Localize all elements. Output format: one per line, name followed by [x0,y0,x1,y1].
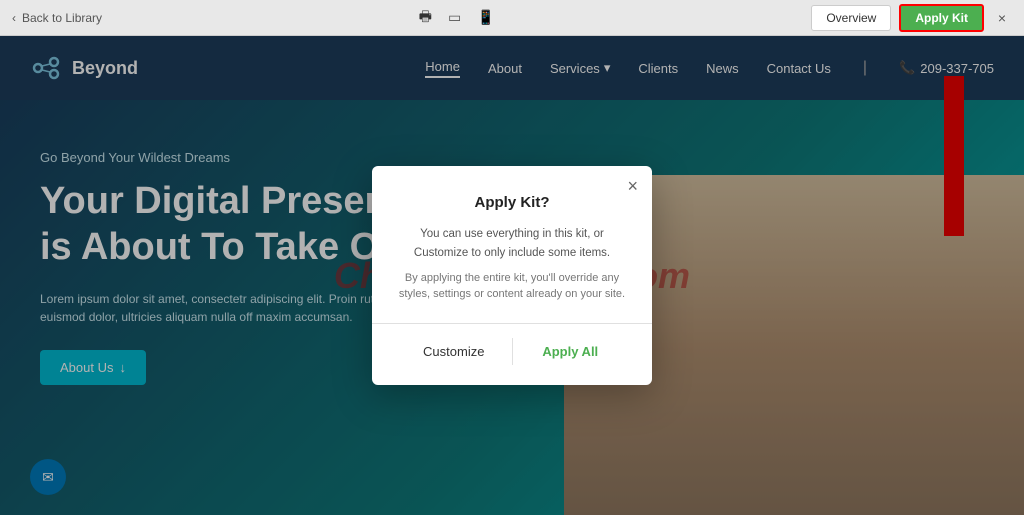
modal-title: Apply Kit? [396,194,628,211]
back-label: Back to Library [22,11,102,25]
apply-kit-modal: × Apply Kit? You can use everything in t… [372,166,652,385]
apply-kit-button[interactable]: Apply Kit [899,4,984,32]
modal-actions: Customize Apply All [396,338,628,365]
desktop-icon[interactable]: 🖶 [419,6,432,30]
close-icon[interactable]: × [992,8,1012,28]
top-bar-actions: Overview Apply Kit × [811,4,1012,32]
modal-apply-all-button[interactable]: Apply All [513,338,629,365]
modal-text-primary: You can use everything in this kit, or C… [396,225,628,262]
overview-button[interactable]: Overview [811,5,891,31]
device-switcher: 🖶 ▭ 📱 [419,6,495,30]
tablet-icon[interactable]: ▭ [448,9,461,26]
modal-customize-button[interactable]: Customize [396,338,512,365]
modal-close-button[interactable]: × [627,176,638,197]
website-preview: Beyond Home About Services ▾ Clients New… [0,36,1024,515]
mobile-icon[interactable]: 📱 [477,9,494,26]
modal-divider [372,323,652,324]
top-bar: ‹ Back to Library 🖶 ▭ 📱 Overview Apply K… [0,0,1024,36]
back-arrow-icon: ‹ [12,11,16,25]
back-to-library[interactable]: ‹ Back to Library [12,11,102,25]
modal-text-secondary: By applying the entire kit, you'll overr… [396,270,628,303]
modal-overlay: × Apply Kit? You can use everything in t… [0,36,1024,515]
